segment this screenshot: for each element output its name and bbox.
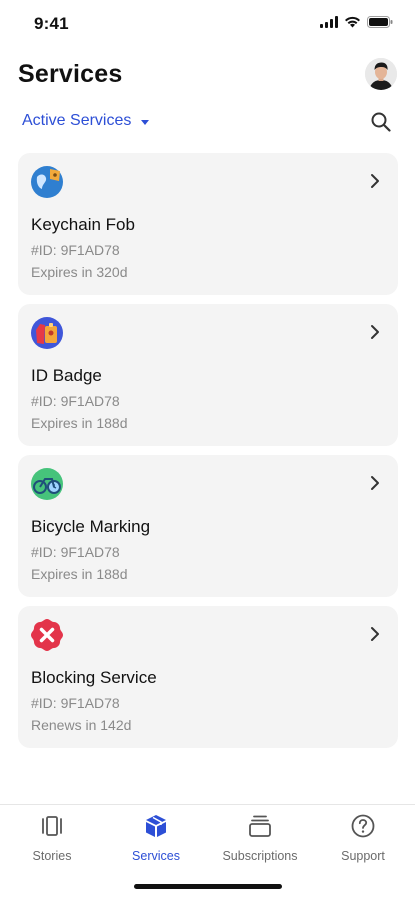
service-card-keychain-fob[interactable]: Keychain Fob #ID: 9F1AD78 Expires in 320… <box>18 153 398 295</box>
stack-icon <box>249 815 271 837</box>
tab-stories[interactable]: Stories <box>2 813 102 867</box>
box-icon <box>146 815 166 837</box>
service-id: #ID: 9F1AD78 <box>31 544 120 560</box>
status-time: 9:41 <box>34 14 69 33</box>
service-title: Blocking Service <box>31 668 157 687</box>
service-id: #ID: 9F1AD78 <box>31 393 120 409</box>
search-icon <box>371 112 391 132</box>
stories-icon <box>42 816 62 836</box>
filter-label: Active Services <box>22 112 132 129</box>
service-id: #ID: 9F1AD78 <box>31 695 120 711</box>
service-status: Renews in 142d <box>31 717 132 733</box>
user-avatar[interactable] <box>365 58 397 90</box>
service-status: Expires in 188d <box>31 415 128 431</box>
service-card-blocking-service[interactable]: Blocking Service #ID: 9F1AD78 Renews in … <box>18 606 398 748</box>
tab-support[interactable]: Support <box>313 813 413 867</box>
service-title: ID Badge <box>31 366 102 385</box>
tab-label: Stories <box>32 849 72 863</box>
tab-label: Subscriptions <box>222 849 298 863</box>
service-status: Expires in 320d <box>31 264 128 280</box>
filter-row: Active Services <box>22 110 393 136</box>
service-card-id-badge[interactable]: ID Badge #ID: 9F1AD78 Expires in 188d <box>18 304 398 446</box>
chevron-right-icon <box>371 325 379 339</box>
keychain-fob-icon <box>31 166 63 198</box>
signal-icon <box>320 16 338 28</box>
search-button[interactable] <box>369 110 393 134</box>
tab-services[interactable]: Services <box>106 813 206 867</box>
help-icon <box>351 814 375 838</box>
status-bar: 9:41 <box>0 0 415 48</box>
bicycle-icon <box>31 468 63 500</box>
chevron-right-icon <box>371 627 379 641</box>
id-badge-icon <box>31 317 63 349</box>
service-title: Keychain Fob <box>31 215 135 234</box>
service-title: Bicycle Marking <box>31 517 151 536</box>
battery-icon <box>367 16 393 28</box>
chevron-right-icon <box>371 174 379 188</box>
page-title: Services <box>18 60 123 88</box>
blocking-icon <box>31 619 63 651</box>
service-id: #ID: 9F1AD78 <box>31 242 120 258</box>
home-indicator <box>134 884 282 889</box>
services-filter-dropdown[interactable]: Active Services <box>22 112 150 130</box>
wifi-icon <box>345 16 360 28</box>
tab-subscriptions[interactable]: Subscriptions <box>210 813 310 867</box>
chevron-right-icon <box>371 476 379 490</box>
service-card-bicycle-marking[interactable]: Bicycle Marking #ID: 9F1AD78 Expires in … <box>18 455 398 597</box>
status-icons <box>320 16 393 28</box>
tab-label: Services <box>132 849 180 863</box>
chevron-down-icon <box>141 119 150 125</box>
header: Services <box>18 56 397 96</box>
tab-label: Support <box>341 849 385 863</box>
service-status: Expires in 188d <box>31 566 128 582</box>
